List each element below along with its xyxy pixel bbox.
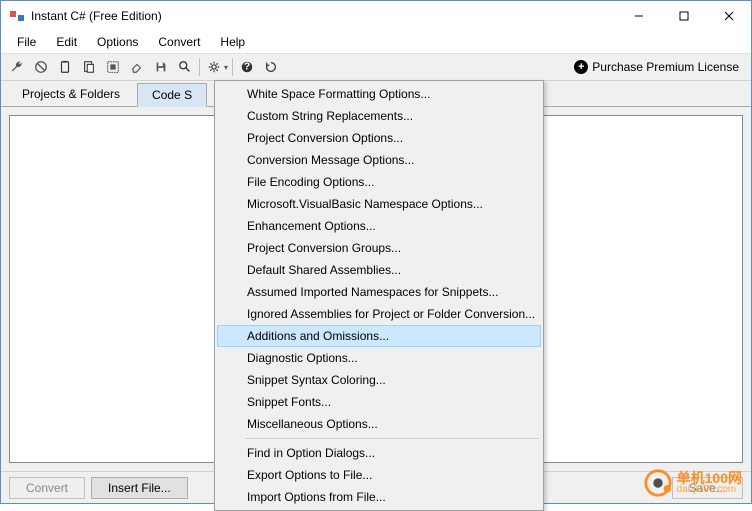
tab-code-snippets[interactable]: Code S — [137, 83, 207, 107]
search-icon[interactable] — [174, 56, 196, 78]
menubar: File Edit Options Convert Help — [1, 31, 751, 53]
plus-circle-icon: + — [574, 60, 588, 74]
menu-file[interactable]: File — [7, 33, 46, 51]
dropdown-item[interactable]: Custom String Replacements... — [217, 105, 541, 127]
app-icon — [9, 8, 25, 24]
select-all-icon[interactable] — [102, 56, 124, 78]
dropdown-item[interactable]: Export Options to File... — [217, 464, 541, 486]
minimize-button[interactable] — [616, 1, 661, 31]
insert-file-button[interactable]: Insert File... — [91, 477, 188, 499]
purchase-label: Purchase Premium License — [592, 60, 739, 74]
menu-help[interactable]: Help — [210, 33, 255, 51]
toolbar-separator — [232, 58, 233, 76]
dropdown-item[interactable]: Import Options from File... — [217, 486, 541, 508]
menu-convert[interactable]: Convert — [148, 33, 210, 51]
purchase-link[interactable]: + Purchase Premium License — [566, 60, 747, 74]
titlebar: Instant C# (Free Edition) — [1, 1, 751, 31]
toolbar-separator — [199, 58, 200, 76]
dropdown-item[interactable]: Microsoft.VisualBasic Namespace Options.… — [217, 193, 541, 215]
dropdown-item[interactable]: Conversion Message Options... — [217, 149, 541, 171]
dropdown-item[interactable]: Default Shared Assemblies... — [217, 259, 541, 281]
save-icon[interactable] — [150, 56, 172, 78]
svg-text:?: ? — [244, 61, 250, 73]
paste-icon[interactable] — [78, 56, 100, 78]
convert-button[interactable]: Convert — [9, 477, 85, 499]
toolbar: ▾ ? + Purchase Premium License — [1, 53, 751, 81]
close-button[interactable] — [706, 1, 751, 31]
menu-edit[interactable]: Edit — [46, 33, 87, 51]
dropdown-item[interactable]: Snippet Syntax Coloring... — [217, 369, 541, 391]
save-button[interactable]: Save... — [672, 477, 743, 499]
refresh-icon[interactable] — [260, 56, 282, 78]
dropdown-item[interactable]: Find in Option Dialogs... — [217, 442, 541, 464]
dropdown-item[interactable]: Miscellaneous Options... — [217, 413, 541, 435]
menu-options[interactable]: Options — [87, 33, 148, 51]
dropdown-item[interactable]: Project Conversion Groups... — [217, 237, 541, 259]
dropdown-item[interactable]: Assumed Imported Namespaces for Snippets… — [217, 281, 541, 303]
window-title: Instant C# (Free Edition) — [31, 9, 616, 23]
gear-icon[interactable] — [203, 56, 225, 78]
clipboard-icon[interactable] — [54, 56, 76, 78]
dropdown-item-additions-omissions[interactable]: Additions and Omissions... — [217, 325, 541, 347]
help-icon[interactable]: ? — [236, 56, 258, 78]
erase-icon[interactable] — [126, 56, 148, 78]
dropdown-item[interactable]: Snippet Fonts... — [217, 391, 541, 413]
cancel-icon[interactable] — [30, 56, 52, 78]
dropdown-item[interactable]: Enhancement Options... — [217, 215, 541, 237]
dropdown-item[interactable]: White Space Formatting Options... — [217, 83, 541, 105]
wrench-icon[interactable] — [6, 56, 28, 78]
window-controls — [616, 1, 751, 31]
dropdown-item[interactable]: Ignored Assemblies for Project or Folder… — [217, 303, 541, 325]
dropdown-item[interactable]: Project Conversion Options... — [217, 127, 541, 149]
maximize-button[interactable] — [661, 1, 706, 31]
dropdown-separator — [245, 438, 539, 439]
dropdown-item[interactable]: File Encoding Options... — [217, 171, 541, 193]
tab-projects-folders[interactable]: Projects & Folders — [7, 82, 135, 106]
options-dropdown-menu: White Space Formatting Options... Custom… — [214, 80, 544, 511]
dropdown-item[interactable]: Diagnostic Options... — [217, 347, 541, 369]
gear-dropdown-caret[interactable]: ▾ — [224, 63, 228, 72]
